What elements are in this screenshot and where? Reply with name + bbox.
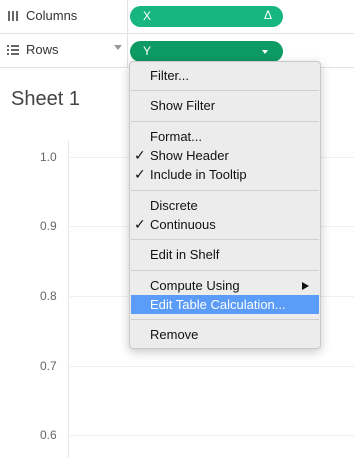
y-tick-label: 0.8 — [40, 289, 57, 303]
menu-item-label: Remove — [150, 327, 199, 342]
gridline — [70, 366, 354, 367]
columns-shelf-header: Columns — [0, 0, 128, 33]
menu-item-remove[interactable]: Remove — [131, 325, 319, 344]
x-pill[interactable]: X Δ — [130, 6, 283, 27]
y-pill[interactable]: Y — [130, 41, 283, 62]
menu-item-edit-table-calculation[interactable]: Edit Table Calculation... — [131, 295, 319, 314]
menu-item-filter[interactable]: Filter... — [131, 66, 319, 85]
y-tick-label: 0.9 — [40, 219, 57, 233]
rows-shelf-header: Rows — [0, 34, 128, 67]
menu-item-show-filter[interactable]: Show Filter — [131, 96, 319, 115]
menu-item-show-header[interactable]: ✓ Show Header — [131, 146, 319, 165]
menu-item-compute-using[interactable]: Compute Using — [131, 276, 319, 295]
checkmark-icon: ✓ — [134, 147, 146, 163]
y-pill-label: Y — [143, 44, 152, 58]
columns-shelf[interactable]: Columns X Δ — [0, 0, 354, 34]
columns-icon — [8, 11, 18, 21]
menu-item-label: Discrete — [150, 198, 198, 213]
menu-item-label: Filter... — [150, 68, 190, 83]
x-pill-label: X — [143, 9, 152, 23]
menu-item-format[interactable]: Format... — [131, 127, 319, 146]
checkmark-icon: ✓ — [134, 166, 146, 182]
axis-divider — [68, 140, 69, 458]
menu-item-label: Edit in Shelf — [150, 247, 220, 262]
menu-separator — [131, 319, 319, 320]
rows-icon — [7, 45, 19, 55]
delta-icon: Δ — [263, 8, 272, 22]
pill-context-menu: Filter... Show Filter Format... ✓ Show H… — [129, 61, 321, 349]
menu-item-label: Edit Table Calculation... — [150, 297, 286, 312]
gridline — [70, 435, 354, 436]
menu-separator — [131, 121, 319, 122]
sheet-title: Sheet 1 — [11, 88, 80, 110]
menu-item-continuous[interactable]: ✓ Continuous — [131, 215, 319, 234]
menu-item-label: Show Filter — [150, 98, 216, 113]
y-tick-label: 1.0 — [40, 150, 57, 164]
submenu-arrow-icon — [302, 282, 309, 290]
menu-separator — [131, 239, 319, 240]
y-tick-label: 0.7 — [40, 359, 57, 373]
menu-item-edit-in-shelf[interactable]: Edit in Shelf — [131, 245, 319, 264]
menu-item-label: Include in Tooltip — [150, 167, 247, 182]
rows-shelf-dropdown-icon[interactable] — [114, 45, 122, 50]
menu-separator — [131, 270, 319, 271]
menu-item-label: Continuous — [150, 217, 216, 232]
y-tick-label: 0.6 — [40, 428, 57, 442]
menu-item-label: Show Header — [150, 148, 229, 163]
columns-label: Columns — [26, 8, 78, 23]
menu-item-label: Format... — [150, 129, 203, 144]
menu-item-label: Compute Using — [150, 278, 240, 293]
menu-item-discrete[interactable]: Discrete — [131, 196, 319, 215]
chevron-down-icon[interactable] — [262, 50, 268, 54]
menu-separator — [131, 190, 319, 191]
rows-label: Rows — [26, 42, 59, 57]
checkmark-icon: ✓ — [134, 216, 146, 232]
menu-item-include-in-tooltip[interactable]: ✓ Include in Tooltip — [131, 165, 319, 184]
menu-separator — [131, 90, 319, 91]
